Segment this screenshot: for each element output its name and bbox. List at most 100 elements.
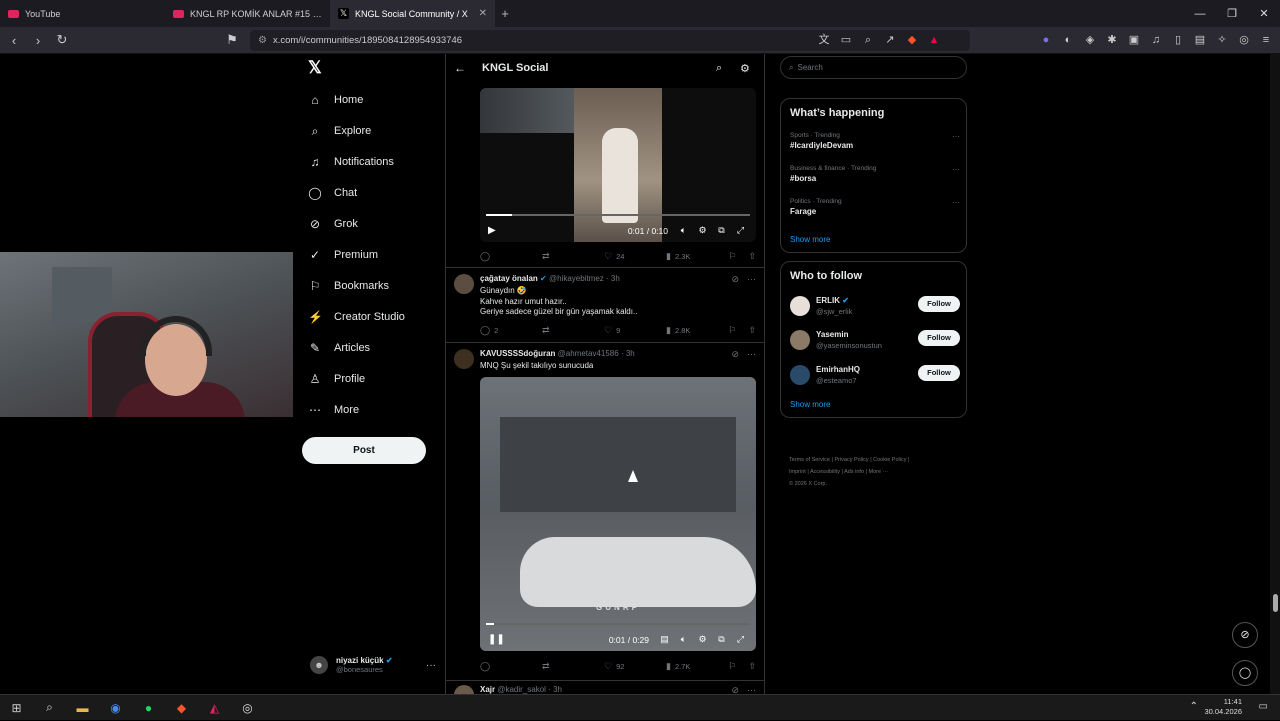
browser-tab[interactable]: YouTube — [0, 0, 165, 27]
repost-button[interactable]: ⇄ — [542, 661, 604, 672]
trend-more-icon[interactable]: ··· — [952, 165, 960, 174]
views-button[interactable]: ▮ 2.8K — [666, 325, 728, 336]
pip-icon[interactable]: ⧉ — [712, 225, 731, 236]
video-player[interactable]: ▶ 0:01 / 0:10 🔈︎ ⚙ ⧉ ⤢ — [480, 88, 756, 242]
page-scrollbar[interactable] — [1270, 54, 1280, 694]
file-explorer-icon[interactable]: ▬ — [66, 695, 99, 721]
nav-home[interactable]: ⌂ Home — [308, 93, 363, 107]
video-player[interactable]: GUNRP ❚❚ 0:01 / 0:29 ▤ 🔈︎ ⚙ ⧉ ⤢ — [480, 377, 756, 651]
account-more-icon[interactable]: ··· — [426, 660, 436, 671]
spotify-icon[interactable]: ● — [132, 695, 165, 721]
footer-line[interactable]: Terms of Service | Privacy Policy | Cook… — [789, 454, 969, 466]
search-input[interactable]: ⌕ Search — [780, 56, 967, 79]
pip-icon[interactable]: ⧉ — [712, 634, 731, 645]
media-app-icon[interactable]: ◭ — [198, 695, 231, 721]
cast-icon[interactable]: ▭ — [838, 31, 854, 49]
scrollbar-thumb[interactable] — [1273, 594, 1278, 612]
windows-start-icon[interactable]: ⊞ — [0, 695, 33, 721]
trend-more-icon[interactable]: ··· — [952, 132, 960, 141]
reload-icon[interactable]: ↻ — [52, 32, 72, 48]
follow-suggestion[interactable]: Yasemin @yaseminsonustun Follow — [790, 330, 960, 356]
avatar[interactable] — [790, 296, 810, 316]
video-settings-icon[interactable]: ⚙ — [693, 634, 712, 645]
bookmark-icon[interactable]: ⚐ — [728, 325, 736, 336]
chrome-icon[interactable]: ◉ — [99, 695, 132, 721]
trend-item[interactable]: Sports · Trending #IcardiyleDevam ··· — [790, 132, 960, 150]
restore-icon[interactable]: ❐ — [1216, 0, 1248, 27]
tweet-author[interactable]: KAVUSSSSdoğuran — [480, 349, 555, 358]
extensions-puzzle-icon[interactable]: ✱ — [1104, 31, 1120, 49]
trend-item[interactable]: Politics · Trending Farage ··· — [790, 198, 960, 216]
tweet-more-icon[interactable]: ··· — [747, 685, 756, 694]
brave-shield-icon[interactable]: ◆ — [904, 31, 920, 49]
like-button[interactable]: ♡ 92 — [604, 661, 666, 672]
avatar[interactable] — [790, 365, 810, 385]
extension-icon[interactable]: ◐ — [1060, 31, 1076, 49]
like-button[interactable]: ♡ 24 — [604, 251, 666, 262]
like-button[interactable]: ♡ 9 — [604, 325, 666, 336]
repost-button[interactable]: ⇄ — [542, 251, 604, 262]
leo-icon[interactable]: ✧ — [1214, 31, 1230, 49]
tweet[interactable]: KAVUSSSSdoğuran @ahmetav41586 · 3h ⊘ ··· … — [446, 342, 764, 682]
share-icon[interactable]: ⇧ — [748, 661, 756, 672]
x-logo-icon[interactable]: 𝕏 — [308, 58, 322, 78]
share-icon[interactable]: ⇧ — [748, 325, 756, 336]
views-button[interactable]: ▮ 2.3K — [666, 251, 728, 262]
site-settings-icon[interactable]: ⚙ — [258, 35, 267, 46]
search-icon[interactable]: ⌕ — [716, 62, 722, 75]
video-settings-icon[interactable]: ⚙ — [693, 225, 712, 236]
nav-profile[interactable]: ♙ Profile — [308, 372, 366, 386]
music-icon[interactable]: ♫ — [1148, 31, 1164, 49]
follow-suggestion[interactable]: EmirhanHQ @esteamo7 Follow — [790, 365, 960, 391]
nav-articles[interactable]: ✎ Articles — [308, 341, 370, 355]
taskbar-clock[interactable]: 11:41 30.04.2026 — [1204, 697, 1242, 717]
account-switcher[interactable]: ☻ niyazi küçük ✔ @bonesaures ··· — [310, 656, 440, 674]
back-arrow-icon[interactable]: ← — [454, 61, 466, 75]
follow-button[interactable]: Follow — [918, 365, 960, 381]
nav-bookmarks[interactable]: ⚐ Bookmarks — [308, 279, 389, 293]
grok-fab-icon[interactable]: ⊘ — [1232, 622, 1258, 648]
avatar[interactable] — [790, 330, 810, 350]
nav-chat[interactable]: ◯ Chat — [308, 186, 357, 200]
bookmark-icon[interactable]: ⚐ — [728, 251, 736, 262]
extension-icon[interactable]: ● — [1038, 31, 1054, 49]
follow-suggestion[interactable]: ERLIK ✔ @sjw_erlik Follow — [790, 296, 960, 322]
grok-icon[interactable]: ⊘ — [731, 685, 739, 694]
nav-grok[interactable]: ⊘ Grok — [308, 217, 358, 231]
volume-icon[interactable]: 🔈︎ — [674, 634, 693, 645]
search-icon[interactable]: ⌕ — [33, 695, 66, 721]
play-icon[interactable]: ▶ — [488, 225, 502, 236]
avatar[interactable] — [454, 274, 474, 294]
avatar[interactable] — [454, 685, 474, 694]
show-more-link[interactable]: Show more — [790, 400, 830, 409]
messages-fab-icon[interactable]: ◯ — [1232, 660, 1258, 686]
translate-icon[interactable]: 文 — [816, 31, 832, 49]
back-icon[interactable]: ‹ — [4, 33, 24, 48]
reply-button[interactable]: ◯ — [480, 251, 542, 262]
nav-premium[interactable]: ✓ Premium — [308, 248, 378, 262]
share-icon[interactable]: ⇧ — [748, 251, 756, 262]
bookmark-page-icon[interactable]: ⚑ — [222, 32, 242, 48]
settings-gear-icon[interactable]: ⚙ — [740, 62, 750, 75]
tweet-handle[interactable]: @ahmetav41586 — [558, 349, 619, 358]
fullscreen-icon[interactable]: ⤢ — [731, 634, 750, 645]
pause-icon[interactable]: ❚❚ — [488, 634, 505, 645]
follow-button[interactable]: Follow — [918, 296, 960, 312]
video-progress-bar[interactable] — [486, 214, 750, 216]
browser-tab-active[interactable]: 𝕏 KNGL Social Community / X ✕ — [330, 0, 495, 27]
vpn-icon[interactable]: ◎ — [1236, 31, 1252, 49]
wallet-icon[interactable]: ▤ — [1192, 31, 1208, 49]
follow-button[interactable]: Follow — [918, 330, 960, 346]
grok-icon[interactable]: ⊘ — [731, 274, 739, 285]
trend-item[interactable]: Business & finance · Trending #borsa ··· — [790, 165, 960, 183]
trend-more-icon[interactable]: ··· — [952, 198, 960, 207]
forward-icon[interactable]: › — [28, 33, 48, 48]
tweet-handle[interactable]: @hikayebitmez — [549, 274, 604, 283]
show-more-link[interactable]: Show more — [790, 235, 830, 244]
nav-explore[interactable]: ⌕ Explore — [308, 124, 372, 138]
tweet[interactable]: çağatay önalan ✔ @hikayebitmez · 3h ⊘ ···… — [446, 267, 764, 343]
share-icon[interactable]: ↗ — [882, 31, 898, 49]
rewards-icon[interactable]: ▲ — [926, 31, 942, 49]
zoom-icon[interactable]: ⌕ — [860, 31, 876, 49]
avatar[interactable] — [454, 349, 474, 369]
